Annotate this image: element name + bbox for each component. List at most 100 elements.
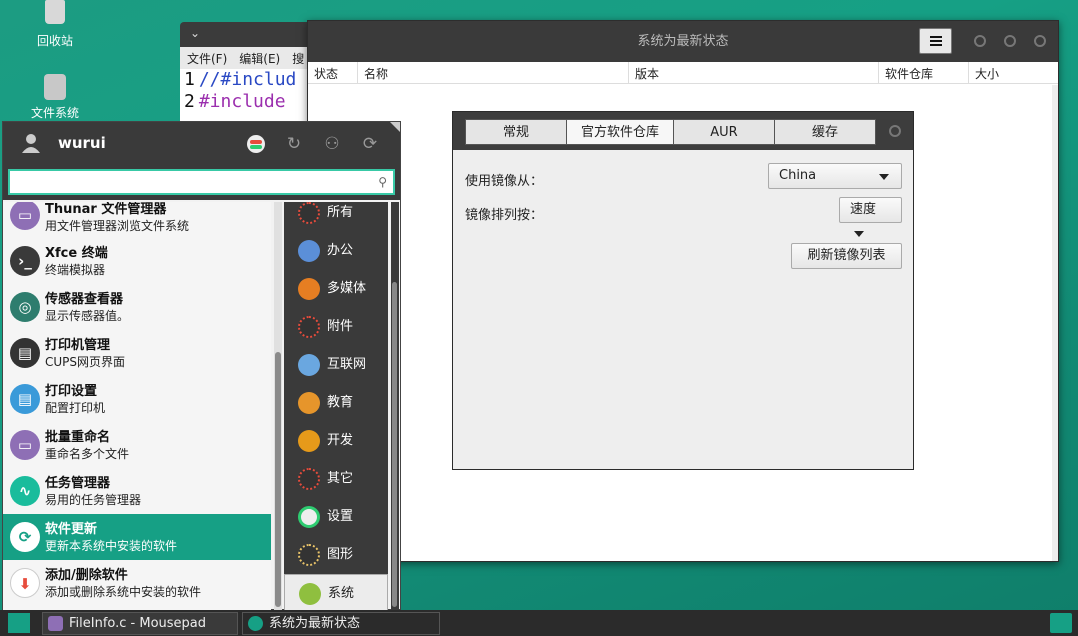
list-item-selected[interactable]: ⟳ 软件更新 更新本系统中安装的软件 bbox=[3, 514, 271, 560]
category-item[interactable]: 互联网 bbox=[284, 346, 388, 384]
mirror-country-dropdown[interactable]: China bbox=[768, 163, 902, 189]
window-title: 系统为最新状态 bbox=[637, 34, 729, 49]
category-item[interactable]: 多媒体 bbox=[284, 270, 388, 308]
taskbar-item-mousepad[interactable]: FileInfo.c - Mousepad bbox=[42, 612, 238, 635]
column-repo[interactable]: 软件仓库 bbox=[879, 62, 969, 83]
category-scrollbar[interactable] bbox=[391, 202, 399, 610]
minimize-icon[interactable] bbox=[974, 35, 986, 47]
app-desc: 用文件管理器浏览文件系统 bbox=[45, 219, 190, 233]
tab-bar: 常规 官方软件仓库 AUR 缓存 bbox=[465, 119, 876, 145]
category-label: 其它 bbox=[327, 471, 354, 486]
refresh-mirrors-button[interactable]: 刷新镜像列表 bbox=[791, 243, 902, 269]
category-label: 附件 bbox=[327, 319, 354, 334]
close-icon[interactable] bbox=[1034, 35, 1046, 47]
chevron-down-icon bbox=[854, 230, 864, 237]
category-item-selected[interactable]: 系统 bbox=[284, 574, 388, 612]
settings-manager-icon[interactable] bbox=[246, 134, 266, 154]
list-item[interactable]: ◎ 传感器查看器 显示传感器值。 bbox=[3, 284, 271, 330]
dropdown-value: 速度 bbox=[850, 202, 877, 217]
category-item[interactable]: 所有 bbox=[284, 194, 388, 232]
mousepad-window[interactable]: ⌄ 文件(F) 编辑(E) 搜 1//#includ 2 #include bbox=[180, 22, 320, 132]
category-label: 互联网 bbox=[327, 357, 367, 372]
scrollbar[interactable] bbox=[1052, 85, 1058, 561]
category-item[interactable]: 图形 bbox=[284, 536, 388, 574]
maximize-icon[interactable] bbox=[1004, 35, 1016, 47]
desktop-icon-trash[interactable]: 回收站 bbox=[10, 0, 100, 49]
app-title: 任务管理器 bbox=[45, 476, 111, 491]
code-text: #include bbox=[198, 91, 286, 112]
dropdown-value: China bbox=[779, 168, 817, 183]
tab-aur[interactable]: AUR bbox=[673, 119, 775, 145]
category-item[interactable]: 设置 bbox=[284, 498, 388, 536]
category-item[interactable]: 教育 bbox=[284, 384, 388, 422]
app-title: 打印设置 bbox=[45, 384, 98, 399]
menu-header: wurui ↻ ⚇ ⟳ bbox=[3, 122, 400, 164]
list-item[interactable]: ▭ 批量重命名 重命名多个文件 bbox=[3, 422, 271, 468]
username: wurui bbox=[58, 134, 106, 152]
category-item[interactable]: 附件 bbox=[284, 308, 388, 346]
resize-handle-icon[interactable] bbox=[390, 122, 400, 132]
tab-general[interactable]: 常规 bbox=[465, 119, 567, 145]
menu-edit[interactable]: 编辑(E) bbox=[239, 50, 280, 66]
scrollbar-thumb[interactable] bbox=[392, 282, 397, 607]
manjaro-logo-icon[interactable] bbox=[8, 613, 30, 633]
hamburger-menu-button[interactable] bbox=[919, 28, 952, 54]
app-list-scrollbar[interactable] bbox=[274, 202, 282, 610]
office-icon bbox=[298, 240, 320, 262]
column-status[interactable]: 状态 bbox=[308, 62, 358, 83]
list-item[interactable]: ▤ 打印设置 配置打印机 bbox=[3, 376, 271, 422]
code-text: //#includ bbox=[198, 69, 297, 90]
close-icon[interactable] bbox=[889, 125, 901, 137]
switch-user-icon[interactable]: ⚇ bbox=[322, 134, 342, 154]
app-desc: 易用的任务管理器 bbox=[45, 493, 142, 507]
pamac-titlebar[interactable]: 系统为最新状态 bbox=[308, 21, 1058, 62]
list-item[interactable]: ⬇ 添加/删除软件 添加或删除系统中安装的软件 bbox=[3, 560, 271, 606]
tab-official-repos[interactable]: 官方软件仓库 bbox=[566, 119, 674, 145]
taskbar-item-pamac[interactable]: 系统为最新状态 bbox=[242, 612, 440, 635]
category-label: 所有 bbox=[327, 205, 354, 220]
other-icon bbox=[298, 468, 320, 490]
column-size[interactable]: 大小 bbox=[969, 62, 1057, 83]
app-desc: 更新本系统中安装的软件 bbox=[45, 539, 178, 553]
internet-icon bbox=[298, 354, 320, 376]
tab-cache[interactable]: 缓存 bbox=[774, 119, 876, 145]
app-title: 软件更新 bbox=[45, 522, 98, 537]
list-item[interactable]: ▤ 打印机管理 CUPS网页界面 bbox=[3, 330, 271, 376]
lock-screen-icon[interactable]: ↻ bbox=[284, 134, 304, 154]
package-table-header: 状态 名称 版本 软件仓库 大小 bbox=[308, 62, 1058, 84]
sort-method-dropdown[interactable]: 速度 bbox=[839, 197, 902, 237]
education-icon bbox=[298, 392, 320, 414]
logout-icon[interactable]: ⟳ bbox=[360, 134, 380, 154]
mousepad-menubar: 文件(F) 编辑(E) 搜 bbox=[180, 47, 320, 69]
notification-icon[interactable] bbox=[1050, 613, 1072, 633]
menu-file[interactable]: 文件(F) bbox=[187, 50, 227, 66]
list-item[interactable]: ∿ 任务管理器 易用的任务管理器 bbox=[3, 468, 271, 514]
mousepad-titlebar[interactable]: ⌄ bbox=[180, 22, 320, 47]
scrollbar-thumb[interactable] bbox=[275, 352, 281, 607]
list-item[interactable]: ▭ Thunar 文件管理器 用文件管理器浏览文件系统 bbox=[3, 202, 271, 234]
code-line: 1//#includ bbox=[184, 69, 320, 91]
app-list: ▭ Thunar 文件管理器 用文件管理器浏览文件系统 ›_ Xfce 终端 终… bbox=[3, 202, 271, 610]
trash-icon bbox=[45, 0, 65, 24]
all-icon bbox=[298, 202, 320, 224]
application-menu[interactable]: wurui ↻ ⚇ ⟳ ⚲ ▭ Thunar 文件管理器 用文件管理器浏览文件系… bbox=[2, 121, 401, 612]
app-title: 打印机管理 bbox=[45, 338, 111, 353]
category-item[interactable]: 开发 bbox=[284, 422, 388, 460]
taskbar-item-label: FileInfo.c - Mousepad bbox=[69, 616, 207, 631]
category-label: 多媒体 bbox=[327, 281, 367, 296]
category-label: 办公 bbox=[327, 243, 354, 258]
column-version[interactable]: 版本 bbox=[629, 62, 879, 83]
column-name[interactable]: 名称 bbox=[358, 62, 629, 83]
list-item[interactable]: ›_ Xfce 终端 终端模拟器 bbox=[3, 238, 271, 284]
package-icon: ⬇ bbox=[10, 568, 40, 598]
category-item[interactable]: 其它 bbox=[284, 460, 388, 498]
desktop-icon-filesystem[interactable]: 文件系统 bbox=[10, 74, 100, 121]
app-desc: 重命名多个文件 bbox=[45, 447, 130, 461]
multimedia-icon bbox=[298, 278, 320, 300]
category-item[interactable]: 办公 bbox=[284, 232, 388, 270]
search-input[interactable]: ⚲ bbox=[8, 169, 395, 195]
menu-search[interactable]: 搜 bbox=[292, 50, 304, 66]
dialog-header: 常规 官方软件仓库 AUR 缓存 bbox=[453, 112, 913, 150]
accessories-icon bbox=[298, 316, 320, 338]
preferences-dialog[interactable]: 常规 官方软件仓库 AUR 缓存 使用镜像从： China 镜像排列按： 速度 … bbox=[452, 111, 914, 470]
